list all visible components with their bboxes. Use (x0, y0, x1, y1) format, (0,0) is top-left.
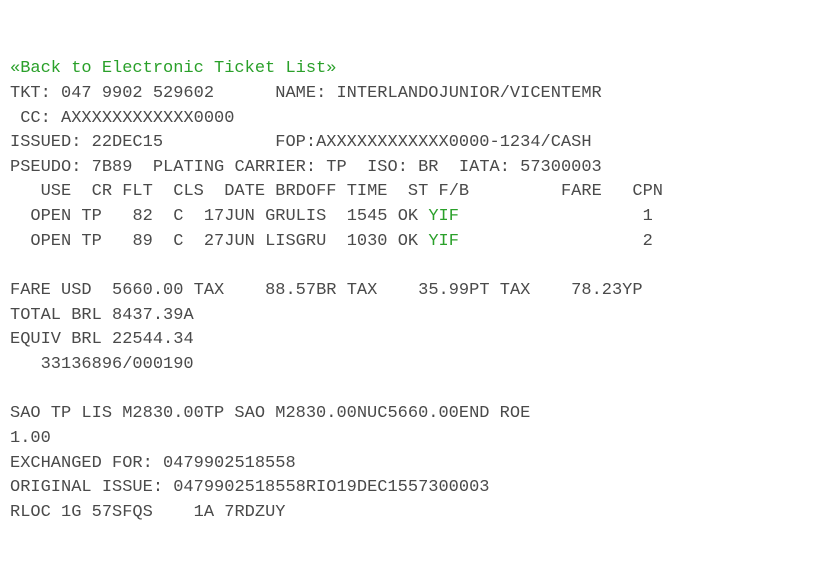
col-date: DATE (224, 182, 265, 201)
iata-value: 57300003 (520, 158, 602, 177)
iso-label: ISO: (367, 158, 408, 177)
seg-cpn: 2 (643, 232, 653, 251)
rloc-code2: 7RDZUY (224, 503, 285, 522)
equiv-amount: 22544.34 (112, 330, 194, 349)
col-fb: F/B (439, 182, 470, 201)
seg-cls: C (173, 207, 183, 226)
tax-label: TAX (194, 281, 225, 300)
seg-use: OPEN (30, 207, 71, 226)
col-flt: FLT (122, 182, 153, 201)
seg-cpn: 1 (643, 207, 653, 226)
tax3: 78.23YP (571, 281, 642, 300)
seg-use: OPEN (30, 232, 71, 251)
issued-label: ISSUED: (10, 133, 81, 152)
seg-brdoff: GRULIS (265, 207, 326, 226)
col-cpn: CPN (632, 182, 663, 201)
plating-label: PLATING CARRIER: (153, 158, 316, 177)
fop-label: FOP: (275, 133, 316, 152)
cc-value: AXXXXXXXXXXXX0000 (61, 109, 234, 128)
cc-label: CC: (20, 109, 51, 128)
fare-amount: 5660.00 (112, 281, 183, 300)
col-fare: FARE (561, 182, 602, 201)
original-issue-value: 0479902518558RIO19DEC1557300003 (173, 478, 489, 497)
fop-value: AXXXXXXXXXXXX0000-1234/CASH (316, 133, 591, 152)
exchanged-value: 0479902518558 (163, 454, 296, 473)
col-time: TIME (347, 182, 388, 201)
fare-calc-line1: SAO TP LIS M2830.00TP SAO M2830.00NUC566… (10, 404, 530, 423)
ref-number: 33136896/000190 (41, 355, 194, 374)
fare-label: FARE USD (10, 281, 92, 300)
col-cls: CLS (173, 182, 204, 201)
col-use: USE (41, 182, 72, 201)
equiv-label: EQUIV BRL (10, 330, 102, 349)
tax2: 35.99PT (418, 281, 489, 300)
back-link[interactable]: «Back to Electronic Ticket List» (10, 59, 336, 78)
seg-cr: TP (81, 207, 101, 226)
seg-st: OK (398, 232, 418, 251)
seg-time: 1030 (347, 232, 388, 251)
seg-fb: YIF (428, 207, 459, 226)
seg-date: 17JUN (204, 207, 255, 226)
col-st: ST (408, 182, 428, 201)
tkt-number: 047 9902 529602 (61, 84, 214, 103)
seg-date: 27JUN (204, 232, 255, 251)
tax-label: TAX (500, 281, 531, 300)
plating-value: TP (326, 158, 346, 177)
seg-brdoff: LISGRU (265, 232, 326, 251)
fare-calc-line2: 1.00 (10, 429, 51, 448)
seg-fb: YIF (428, 232, 459, 251)
passenger-name: INTERLANDOJUNIOR/VICENTEMR (336, 84, 601, 103)
exchanged-label: EXCHANGED FOR: (10, 454, 153, 473)
seg-cr: TP (81, 232, 101, 251)
seg-flt: 89 (132, 232, 152, 251)
tax-label: TAX (347, 281, 378, 300)
name-label: NAME: (275, 84, 326, 103)
issued-date: 22DEC15 (92, 133, 163, 152)
seg-cls: C (173, 232, 183, 251)
pseudo-label: PSEUDO: (10, 158, 81, 177)
col-cr: CR (92, 182, 112, 201)
col-brdoff: BRDOFF (275, 182, 336, 201)
rloc-sys1: 1G (61, 503, 81, 522)
iata-label: IATA: (459, 158, 510, 177)
iso-value: BR (418, 158, 438, 177)
rloc-label: RLOC (10, 503, 51, 522)
total-amount: 8437.39A (112, 306, 194, 325)
seg-time: 1545 (347, 207, 388, 226)
total-label: TOTAL BRL (10, 306, 102, 325)
seg-flt: 82 (132, 207, 152, 226)
tax1: 88.57BR (265, 281, 336, 300)
seg-st: OK (398, 207, 418, 226)
pseudo-value: 7B89 (92, 158, 133, 177)
tkt-label: TKT: (10, 84, 51, 103)
rloc-code1: 57SFQS (92, 503, 153, 522)
original-issue-label: ORIGINAL ISSUE: (10, 478, 163, 497)
rloc-sys2: 1A (194, 503, 214, 522)
